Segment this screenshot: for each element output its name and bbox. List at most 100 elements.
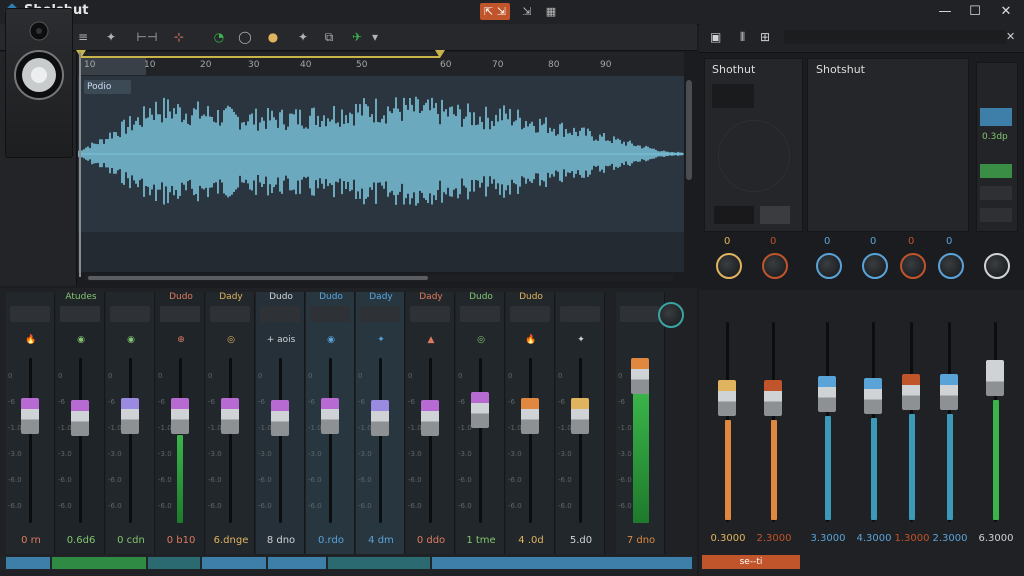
channel-type-icon[interactable]: 🔥 (506, 335, 556, 345)
send-icon[interactable]: ✈ (348, 29, 366, 45)
channel-type-icon[interactable]: + aois (256, 335, 306, 345)
clip-label[interactable]: Podio (84, 80, 131, 94)
grid-icon[interactable]: ⊞ (760, 30, 770, 44)
loop-end-marker-icon[interactable] (435, 50, 445, 58)
loop-start-marker-icon[interactable] (76, 50, 86, 58)
close-button[interactable]: ✕ (996, 3, 1016, 21)
fader-track[interactable] (29, 358, 32, 523)
bottom-segment[interactable] (202, 557, 266, 569)
vertical-scroll-thumb[interactable] (686, 80, 692, 180)
channel-type-icon[interactable]: 🔥 (6, 335, 56, 345)
record-icon[interactable]: ● (264, 29, 282, 45)
maximize-button[interactable]: ☐ (965, 3, 985, 21)
channel-type-icon[interactable]: ◉ (106, 335, 156, 345)
fader-handle[interactable] (121, 398, 139, 434)
channel-insert-slot[interactable] (360, 306, 400, 322)
side-button[interactable] (980, 208, 1012, 222)
channel-insert-slot[interactable] (110, 306, 150, 322)
minimize-button[interactable]: — (935, 3, 955, 21)
star-icon[interactable]: ✦ (294, 29, 312, 45)
fader-handle[interactable] (986, 360, 1004, 396)
fader-handle[interactable] (864, 378, 882, 414)
pan-knob[interactable] (762, 253, 788, 279)
side-toggle-active[interactable] (980, 108, 1012, 126)
channel-insert-slot[interactable] (210, 306, 250, 322)
fader-handle[interactable] (940, 374, 958, 410)
channel-insert-slot[interactable] (60, 306, 100, 322)
side-button[interactable] (980, 186, 1012, 200)
bottom-segment[interactable] (268, 557, 326, 569)
fader-handle[interactable] (421, 400, 439, 436)
pan-knob[interactable] (816, 253, 842, 279)
panel-view-icon[interactable]: ▣ (710, 30, 721, 44)
copy-icon[interactable]: ⧉ (320, 29, 338, 45)
pan-knob[interactable] (862, 253, 888, 279)
fader-handle[interactable] (631, 358, 649, 394)
fader-track[interactable] (379, 358, 382, 523)
channel-type-icon[interactable]: ◉ (306, 335, 356, 345)
right-panel-search[interactable] (784, 30, 1006, 44)
fader-handle[interactable] (764, 380, 782, 416)
channel-type-icon[interactable]: ⊕ (156, 335, 206, 345)
loop-icon[interactable]: ◔ (210, 29, 228, 45)
fader-track[interactable] (329, 358, 332, 523)
channel-insert-slot[interactable] (460, 306, 500, 322)
fader-track[interactable] (229, 358, 232, 523)
chevron-down-icon[interactable]: ▾ (366, 29, 384, 45)
bottom-segment[interactable] (52, 557, 146, 569)
pan-knob[interactable] (716, 253, 742, 279)
close-panel-icon[interactable]: ✕ (1006, 30, 1015, 43)
fader-handle[interactable] (371, 400, 389, 436)
list-icon[interactable]: ≡ (74, 29, 92, 45)
fader-handle[interactable] (718, 380, 736, 416)
panel-a-slot[interactable] (714, 206, 754, 224)
channel-insert-slot[interactable] (10, 306, 50, 322)
bottom-segment[interactable] (148, 557, 200, 569)
fader-handle[interactable] (71, 400, 89, 436)
bottom-segment[interactable] (328, 557, 430, 569)
channel-type-icon[interactable]: ◎ (456, 335, 506, 345)
channel-type-icon[interactable]: ▲ (406, 335, 456, 345)
right-bottom-button[interactable]: se--ti (702, 555, 800, 569)
circle-icon[interactable]: ◯ (236, 29, 254, 45)
channel-type-icon[interactable]: ◉ (56, 335, 106, 345)
channel-insert-slot[interactable] (160, 306, 200, 322)
fader-handle[interactable] (321, 398, 339, 434)
fader-handle[interactable] (521, 398, 539, 434)
fader-track[interactable] (529, 358, 532, 523)
fader-track[interactable] (479, 358, 482, 523)
channel-insert-slot[interactable] (510, 306, 550, 322)
fader-handle[interactable] (271, 400, 289, 436)
channel-type-icon[interactable]: ✦ (556, 335, 606, 345)
fader-handle[interactable] (171, 398, 189, 434)
loop-bar[interactable] (80, 56, 440, 58)
fader-track[interactable] (79, 358, 82, 523)
waveform-clip[interactable] (77, 76, 684, 232)
fader-handle[interactable] (21, 398, 39, 434)
bars-icon[interactable]: ⫴ (740, 30, 745, 45)
fader-track[interactable] (129, 358, 132, 523)
gear-icon[interactable]: ✦ (102, 29, 120, 45)
titlebar-tool-3[interactable]: ▦ (536, 3, 566, 20)
fader-handle[interactable] (571, 398, 589, 434)
titlebar-tool-active[interactable]: ⇱ ⇲ (480, 3, 510, 20)
channel-type-icon[interactable]: ◎ (206, 335, 256, 345)
horizontal-scroll-thumb[interactable] (88, 276, 428, 280)
fader-track[interactable] (579, 358, 582, 523)
fader-track[interactable] (429, 358, 432, 523)
side-button-green[interactable] (980, 164, 1012, 178)
panel-a-button[interactable] (760, 206, 790, 224)
fader-handle[interactable] (902, 374, 920, 410)
pan-knob[interactable] (938, 253, 964, 279)
channel-insert-slot[interactable] (560, 306, 600, 322)
fader-handle[interactable] (471, 392, 489, 428)
pan-knob[interactable] (900, 253, 926, 279)
channel-insert-slot[interactable] (620, 306, 660, 322)
pan-knob[interactable] (984, 253, 1010, 279)
track-empty-area[interactable] (78, 232, 684, 272)
bottom-segment[interactable] (6, 557, 50, 569)
channel-type-icon[interactable]: ✦ (356, 335, 406, 345)
trim-icon[interactable]: ⊢⊣ (132, 29, 162, 45)
master-knob[interactable] (658, 302, 684, 328)
playhead[interactable] (79, 52, 81, 277)
